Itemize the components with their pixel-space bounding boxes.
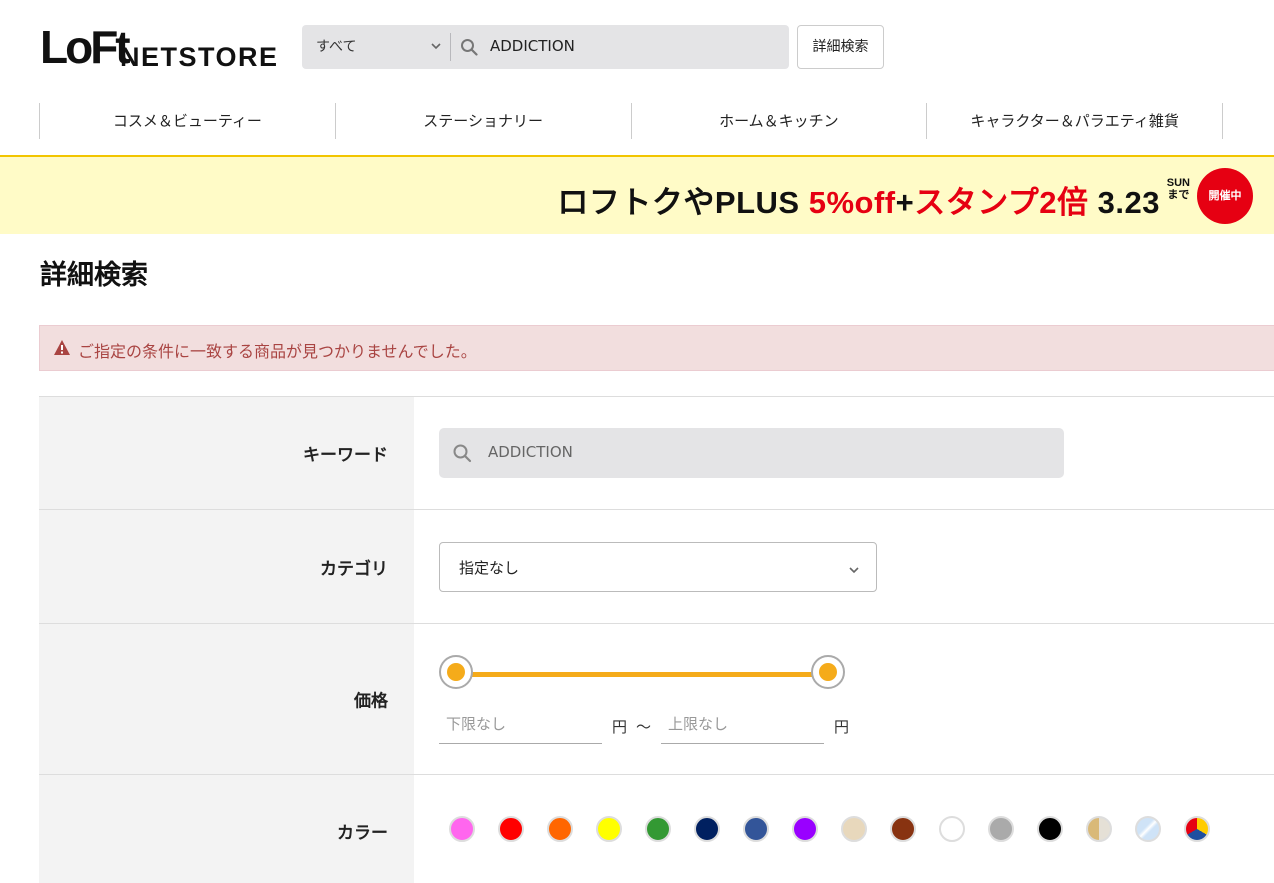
logo-mark: LoFt [40,21,131,73]
advanced-search-button[interactable]: 詳細検索 [797,25,884,69]
keyword-label-cell: キーワード [39,397,414,509]
keyword-label: キーワード [303,445,388,466]
color-label-cell: カラー [39,775,414,883]
swatch-purple[interactable] [792,816,818,842]
keyword-value: ADDICTION [488,443,573,461]
swatch-blue[interactable] [743,816,769,842]
nav-item-character[interactable]: キャラクター＆パラエティ雑貨 [927,103,1223,139]
banner-day-label: SUN まで [1167,177,1190,201]
swatch-clear[interactable] [1135,816,1161,842]
search-divider [450,33,451,61]
loft-netstore-logo[interactable]: LoFt NETSTORE [40,24,280,72]
price-slider-max-handle[interactable] [811,655,845,689]
nav-item-cosme[interactable]: コスメ＆ビューティー [40,103,336,139]
category-label-cell: カテゴリ [39,510,414,623]
chevron-down-icon [430,35,442,61]
swatch-black[interactable] [1037,816,1063,842]
search-icon [452,443,472,463]
price-max-unit: 円 [834,718,850,736]
swatch-yellow[interactable] [596,816,622,842]
banner-part-3: + [895,185,915,220]
category-label: カテゴリ [320,559,388,579]
promo-banner-text: ロフトクやPLUS 5%off+スタンプ2倍 3.23 [557,177,1160,222]
chevron-down-icon [848,561,860,574]
swatch-white[interactable] [939,816,965,842]
price-label-cell: 価格 [39,624,414,774]
swatch-beige[interactable] [841,816,867,842]
color-row: カラー [39,774,1274,883]
color-label: カラー [337,823,388,844]
swatch-gold[interactable] [1086,816,1112,842]
price-range-separator: 〜 [636,718,652,736]
promo-banner[interactable]: ロフトクやPLUS 5%off+スタンプ2倍 3.23 SUN まで [0,155,1274,234]
price-max-input[interactable]: 上限なし [661,710,824,744]
header: LoFt NETSTORE すべて ADDICTION 詳細検索 [0,0,1274,90]
banner-part-4: スタンプ2倍 [914,185,1098,220]
category-selected-value: 指定なし [459,559,520,577]
price-min-input[interactable]: 下限なし [439,710,602,744]
swatch-brown[interactable] [890,816,916,842]
keyword-row: キーワード ADDICTION [39,396,1274,509]
page-title: 詳細検索 [40,260,148,291]
banner-part-5: 3.23 [1097,185,1160,220]
category-select[interactable]: 指定なし [439,542,877,592]
promo-badge: 開催中 [1197,168,1253,224]
price-label: 価格 [354,691,388,712]
search-scope-label: すべて [316,39,357,55]
swatch-green[interactable] [645,816,671,842]
price-slider-track[interactable] [457,672,829,677]
search-bar: すべて ADDICTION [302,25,789,69]
search-scope-select[interactable]: すべて [302,25,450,69]
category-nav: コスメ＆ビューティー ステーショナリー ホーム＆キッチン キャラクター＆パラエテ… [39,103,1223,139]
banner-made: まで [1167,189,1190,201]
price-min-unit: 円 [612,718,628,736]
no-results-alert: ご指定の条件に一致する商品が見つかりませんでした。 [39,325,1274,371]
warning-icon [53,339,71,356]
keyword-input[interactable]: ADDICTION [439,428,1064,478]
alert-message: ご指定の条件に一致する商品が見つかりませんでした。 [78,342,477,361]
nav-item-home-kitchen[interactable]: ホーム＆キッチン [632,103,928,139]
search-icon[interactable] [460,38,478,56]
swatch-gray[interactable] [988,816,1014,842]
category-row: カテゴリ 指定なし [39,509,1274,623]
banner-day: SUN [1166,177,1190,189]
swatch-multi[interactable] [1184,816,1210,842]
price-row: 価格 下限なし 円 〜 上限なし 円 [39,623,1274,774]
swatch-pink[interactable] [449,816,475,842]
swatch-orange[interactable] [547,816,573,842]
swatch-red[interactable] [498,816,524,842]
search-input[interactable]: ADDICTION [490,37,575,55]
nav-item-stationery[interactable]: ステーショナリー [336,103,632,139]
logo-text: NETSTORE [120,42,279,72]
banner-part-1: ロフトクやPLUS [557,185,809,220]
price-slider-min-handle[interactable] [439,655,473,689]
swatch-navy[interactable] [694,816,720,842]
banner-part-2: 5%off [808,185,896,220]
